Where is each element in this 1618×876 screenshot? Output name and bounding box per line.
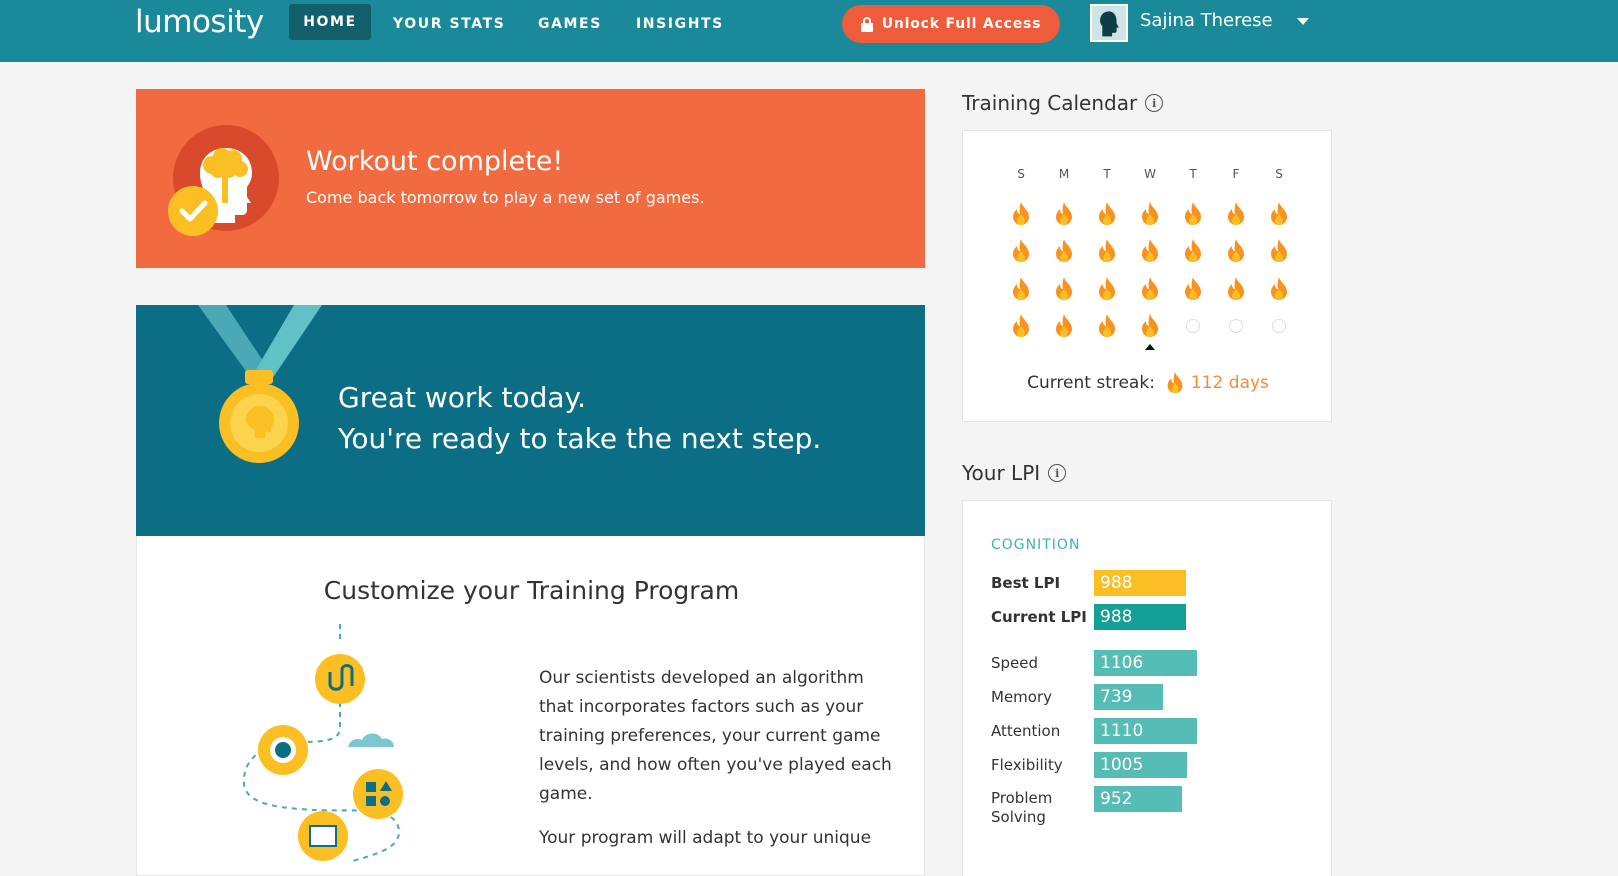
flame-icon (1051, 201, 1077, 227)
user-avatar[interactable] (1090, 4, 1128, 42)
medal-icon (198, 305, 322, 463)
calendar-day-header: T (1103, 167, 1111, 181)
flame-icon (1051, 313, 1077, 339)
best-lpi-label: Best LPI (991, 574, 1061, 592)
nav-home[interactable]: HOME (289, 4, 371, 40)
flame-icon (1094, 201, 1120, 227)
training-calendar-heading: Training Calendar i (962, 91, 1164, 115)
current-lpi-label: Current LPI (991, 608, 1087, 626)
flame-icon (1094, 313, 1120, 339)
top-nav: lumosity HOME YOUR STATS GAMES INSIGHTS … (0, 0, 1618, 62)
nav-your-stats[interactable]: YOUR STATS (393, 12, 506, 36)
nav-games[interactable]: GAMES (538, 12, 602, 36)
lpi-area-label: Speed (991, 654, 1039, 672)
empty-day-circle (1180, 313, 1206, 339)
flame-icon (1008, 238, 1034, 264)
nav-insights[interactable]: INSIGHTS (636, 12, 724, 36)
current-lpi-bar: 988 (1094, 604, 1186, 630)
flame-icon (1266, 276, 1292, 302)
lock-icon (860, 17, 873, 32)
flame-icon (1008, 201, 1034, 227)
flame-icon (1266, 201, 1292, 227)
brain-head-check-icon (168, 125, 279, 236)
flame-icon (1051, 238, 1077, 264)
flame-icon (1223, 201, 1249, 227)
flame-icon (1180, 276, 1206, 302)
workout-complete-card: Workout complete! Come back tomorrow to … (136, 89, 925, 268)
next-step-line-1: Great work today. (338, 381, 587, 414)
empty-day-circle (1266, 313, 1292, 339)
calendar-day-header: F (1232, 167, 1240, 181)
lpi-area-bar: 739 (1094, 684, 1163, 710)
info-icon[interactable]: i (1048, 464, 1067, 482)
flame-icon (1094, 276, 1120, 302)
flame-icon (1180, 201, 1206, 227)
chevron-down-icon[interactable] (1297, 18, 1309, 25)
calendar-day-header: S (1017, 167, 1025, 181)
training-calendar-card: Current streak: 112 days S M T W T F S (962, 130, 1332, 422)
next-step-line-2: You're ready to take the next step. (338, 422, 822, 455)
flame-icon (1008, 313, 1034, 339)
customize-program-card: Customize your Training Program Our scie… (136, 536, 925, 876)
unlock-full-access-button[interactable]: Unlock Full Access (842, 5, 1060, 43)
lpi-area-label: Problem Solving (991, 789, 1053, 826)
lumosity-logo[interactable]: lumosity (135, 4, 264, 40)
user-name[interactable]: Sajina Therese (1140, 10, 1273, 31)
training-path-illustration (242, 624, 403, 863)
flame-icon (1137, 313, 1163, 339)
calendar-day-header: T (1189, 167, 1197, 181)
lpi-card: COGNITION Best LPI 988 Current LPI 988 S… (962, 500, 1332, 876)
flame-icon (1137, 276, 1163, 302)
calendar-day-header: M (1058, 167, 1070, 181)
avatar-head-icon (1092, 6, 1126, 40)
best-lpi-bar: 988 (1094, 570, 1186, 596)
workout-title: Workout complete! (306, 146, 564, 177)
lpi-area-label: Attention (991, 722, 1061, 740)
lpi-section-label: COGNITION (991, 537, 1081, 553)
customize-paragraph-2: Your program will adapt to your unique (539, 828, 872, 848)
flame-icon (1051, 276, 1077, 302)
lpi-area-bar: 1005 (1094, 752, 1187, 778)
lpi-area-bar: 952 (1094, 786, 1182, 812)
customize-title: Customize your Training Program (323, 576, 740, 605)
lpi-area-bar: 1106 (1094, 650, 1197, 676)
flame-icon (1137, 238, 1163, 264)
flame-icon (1223, 238, 1249, 264)
current-streak: Current streak: 112 days (963, 371, 1333, 395)
lpi-area-label: Memory (991, 688, 1053, 706)
flame-icon (1180, 238, 1206, 264)
flame-icon (1266, 238, 1292, 264)
next-step-card: Great work today. You're ready to take t… (136, 305, 925, 536)
lpi-area-bar: 1110 (1094, 718, 1197, 744)
flame-icon (1094, 238, 1120, 264)
streak-value: 112 days (1190, 373, 1269, 393)
workout-subtitle: Come back tomorrow to play a new set of … (306, 188, 705, 207)
calendar-day-header: S (1275, 167, 1283, 181)
customize-paragraph-1: Our scientists developed an algorithm th… (539, 668, 892, 804)
streak-label: Current streak: (1027, 373, 1155, 393)
calendar-day-header: W (1144, 167, 1156, 181)
training-calendar-title: Training Calendar (962, 91, 1138, 115)
flame-icon (1008, 276, 1034, 302)
flame-icon (1223, 276, 1249, 302)
lpi-area-label: Flexibility (991, 756, 1063, 774)
lpi-title: Your LPI (962, 461, 1041, 485)
info-icon[interactable]: i (1145, 94, 1164, 112)
flame-icon (1167, 371, 1183, 394)
flame-icon (1137, 201, 1163, 227)
today-marker (1145, 344, 1155, 350)
empty-day-circle (1223, 313, 1249, 339)
lpi-heading: Your LPI i (962, 461, 1067, 485)
unlock-label: Unlock Full Access (881, 16, 1042, 32)
